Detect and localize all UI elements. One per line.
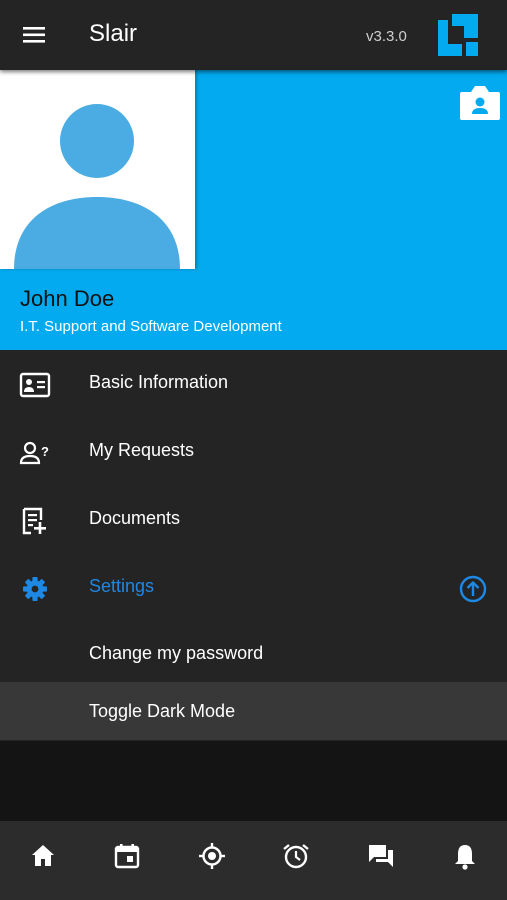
gear-icon [19, 575, 51, 603]
calendar-icon[interactable] [112, 841, 142, 871]
nav-item-label: Documents [89, 508, 181, 528]
document-add-icon [19, 507, 51, 535]
nav-item-documents[interactable]: Documents [0, 486, 507, 554]
user-name: John Doe [20, 286, 115, 311]
app-title: Slair [89, 20, 138, 47]
user-role: I.T. Support and Software Development [20, 318, 282, 335]
profile-header: John Doe I.T. Support and Software Devel… [0, 70, 507, 350]
sub-item-label: Toggle Dark Mode [89, 701, 236, 721]
hamburger-menu-icon[interactable] [20, 22, 50, 48]
version-label: v3.3.0 [366, 28, 407, 45]
nav-item-label: Settings [89, 576, 155, 596]
navigation-menu: Basic Information ? My Requests Document… [0, 350, 507, 741]
alarm-clock-icon[interactable] [281, 841, 311, 871]
nav-item-my-requests[interactable]: ? My Requests [0, 418, 507, 486]
avatar[interactable] [0, 70, 195, 269]
camera-icon[interactable] [458, 82, 502, 122]
arrow-up-circle-icon[interactable] [458, 574, 488, 604]
home-icon[interactable] [28, 841, 58, 871]
person-question-icon: ? [19, 439, 51, 467]
nav-item-label: My Requests [89, 440, 195, 460]
nav-item-basic-information[interactable]: Basic Information [0, 350, 507, 418]
location-target-icon[interactable] [197, 841, 227, 871]
chat-icon[interactable] [366, 841, 396, 871]
app-bar: Slair v3.3.0 [0, 0, 507, 70]
bottom-tab-bar [0, 821, 507, 900]
id-card-icon [19, 371, 51, 399]
nav-item-label: Basic Information [89, 372, 229, 392]
slair-logo [436, 12, 480, 58]
bell-icon[interactable] [450, 841, 480, 871]
nav-item-settings[interactable]: Settings [0, 554, 507, 622]
sub-item-label: Change my password [89, 643, 264, 663]
svg-text:?: ? [41, 444, 49, 459]
settings-item-toggle-dark-mode[interactable]: Toggle Dark Mode [0, 682, 507, 740]
settings-item-change-password[interactable]: Change my password [0, 624, 507, 682]
